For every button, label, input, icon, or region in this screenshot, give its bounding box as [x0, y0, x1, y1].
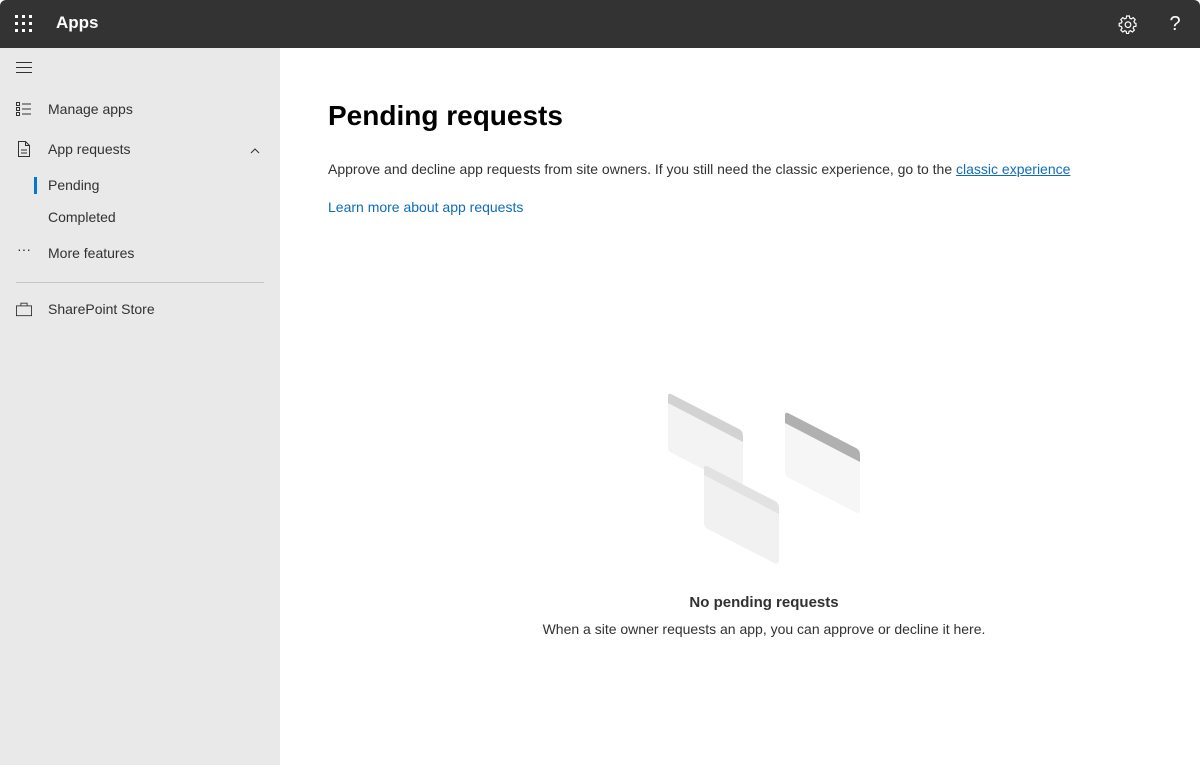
sidebar-item-label: Pending	[48, 177, 100, 193]
sidebar-item-label: More features	[48, 245, 135, 261]
sidebar-item-app-requests[interactable]: App requests	[0, 131, 280, 167]
description-text: Approve and decline app requests from si…	[328, 161, 957, 177]
page-title: Pending requests	[328, 100, 563, 131]
hamburger-menu-icon[interactable]	[16, 62, 32, 74]
top-bar: Apps ?	[0, 0, 1200, 48]
main-content: Pending requests Approve and decline app…	[280, 48, 1200, 765]
empty-state-illustration	[668, 393, 860, 564]
empty-state-subtitle: When a site owner requests an app, you c…	[542, 621, 986, 637]
sidebar-divider	[16, 282, 264, 283]
sidebar-item-more-features[interactable]: ··· More features	[0, 235, 280, 271]
window-card-right	[785, 412, 860, 513]
sidebar-item-label: Completed	[48, 209, 116, 225]
list-icon	[16, 101, 32, 117]
waffle-icon[interactable]	[14, 14, 34, 34]
active-indicator	[34, 177, 37, 194]
learn-more-link[interactable]: Learn more about app requests	[328, 199, 523, 215]
sidebar-item-manage-apps[interactable]: Manage apps	[0, 91, 280, 127]
classic-experience-link[interactable]: classic experience	[956, 161, 1070, 177]
sidebar-item-label: Manage apps	[48, 101, 133, 117]
sidebar-item-completed[interactable]: Completed	[0, 201, 280, 233]
ellipsis-icon: ···	[17, 241, 31, 257]
page-description: Approve and decline app requests from si…	[328, 161, 1070, 177]
sidebar-item-label: App requests	[48, 141, 131, 157]
app-title: Apps	[56, 13, 99, 32]
sidebar-item-label: SharePoint Store	[48, 301, 155, 317]
sidebar: Manage apps App requests Pending Complet…	[0, 48, 280, 765]
sidebar-item-sharepoint-store[interactable]: SharePoint Store	[0, 291, 280, 327]
shopping-bag-icon	[16, 301, 32, 317]
empty-state-title: No pending requests	[689, 594, 839, 611]
gear-icon[interactable]	[1116, 12, 1140, 36]
chevron-up-icon[interactable]	[250, 143, 260, 154]
document-icon	[16, 141, 32, 157]
help-icon[interactable]: ?	[1163, 12, 1187, 36]
sidebar-item-pending[interactable]: Pending	[0, 169, 280, 201]
